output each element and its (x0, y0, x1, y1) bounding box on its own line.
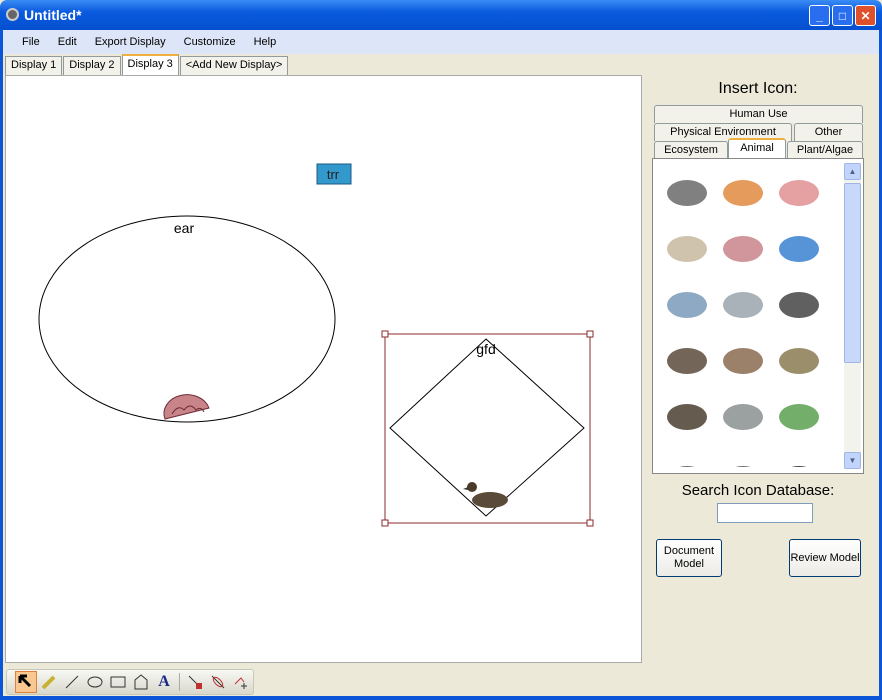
tab-add-new-display[interactable]: <Add New Display> (179, 56, 289, 75)
tab-plant-algae[interactable]: Plant/Algae (787, 141, 863, 159)
disconnect-tool[interactable] (207, 671, 229, 693)
animal-icon[interactable] (661, 455, 713, 467)
node-label: ear (174, 220, 195, 236)
disconnect-icon (211, 675, 225, 689)
brain-coral-icon[interactable] (717, 225, 769, 269)
tab-other[interactable]: Other (794, 123, 863, 141)
menu-export-display[interactable]: Export Display (86, 36, 175, 48)
tab-display-2[interactable]: Display 2 (63, 56, 121, 75)
tab-animal[interactable]: Animal (728, 138, 786, 159)
duck-icon[interactable] (661, 337, 713, 381)
node-ear[interactable]: ear (38, 215, 336, 423)
bird-icon[interactable] (717, 337, 769, 381)
ellipse-tool[interactable] (84, 671, 106, 693)
tab-ecosystem[interactable]: Ecosystem (654, 141, 728, 159)
sea-star-icon[interactable] (773, 169, 825, 213)
menu-help[interactable]: Help (245, 36, 286, 48)
tab-display-1[interactable]: Display 1 (5, 56, 63, 75)
window-title: Untitled* (24, 7, 82, 23)
scroll-up-button[interactable]: ▲ (844, 163, 861, 180)
connect-icon (188, 675, 202, 689)
drawing-toolbar: A (6, 669, 254, 695)
pencil-icon (41, 675, 56, 690)
scroll-down-button[interactable]: ▼ (844, 452, 861, 469)
resize-handle[interactable] (586, 519, 594, 527)
menu-file[interactable]: File (13, 36, 49, 48)
search-icon-database-input[interactable] (717, 503, 813, 523)
brain-coral-icon (163, 394, 210, 420)
minimize-button[interactable]: _ (809, 5, 830, 26)
node-trr[interactable]: trr (316, 163, 352, 185)
node-gfd[interactable]: gfd (381, 330, 594, 527)
document-model-button[interactable]: Document Model (656, 539, 722, 577)
connect-tool[interactable] (184, 671, 206, 693)
drawing-canvas[interactable]: trr ear gfd (5, 75, 642, 663)
gallery-scrollbar[interactable]: ▲ ▼ (844, 163, 861, 469)
grasshopper-icon[interactable] (773, 337, 825, 381)
menu-bar: File Edit Export Display Customize Help (3, 30, 879, 54)
polygon-icon (134, 674, 148, 690)
add-link-icon (234, 677, 247, 689)
tab-human-use[interactable]: Human Use (654, 105, 863, 123)
node-label: gfd (476, 341, 495, 357)
pencil-tool[interactable] (38, 671, 60, 693)
display-tabs: Display 1 Display 2 Display 3 <Add New D… (5, 54, 289, 75)
review-model-button[interactable]: Review Model (789, 539, 861, 577)
rectangle-tool[interactable] (107, 671, 129, 693)
add-link-tool[interactable] (230, 671, 252, 693)
manta-ray-icon[interactable] (773, 281, 825, 325)
turtle-icon[interactable] (661, 169, 713, 213)
dolphin-icon[interactable] (661, 281, 713, 325)
maximize-button[interactable]: □ (832, 5, 853, 26)
select-tool[interactable] (15, 671, 37, 693)
line-tool[interactable] (61, 671, 83, 693)
toolbar-separator (179, 673, 180, 691)
crab-icon[interactable] (717, 169, 769, 213)
app-icon (6, 8, 19, 21)
resize-handle[interactable] (381, 330, 389, 338)
resize-handle[interactable] (586, 330, 594, 338)
close-button[interactable]: ✕ (855, 5, 876, 26)
menu-customize[interactable]: Customize (175, 36, 245, 48)
rattlesnake-icon[interactable] (661, 393, 713, 437)
arrow-icon (18, 674, 32, 688)
scroll-thumb[interactable] (844, 183, 861, 363)
text-icon: A (158, 673, 170, 690)
oyster-icon[interactable] (661, 225, 713, 269)
node-label: trr (327, 167, 340, 182)
resize-handle[interactable] (381, 519, 389, 527)
shark-icon[interactable] (717, 281, 769, 325)
title-bar: Untitled* _ □ ✕ (0, 0, 882, 30)
insert-icon-title: Insert Icon: (718, 80, 798, 97)
line-icon (65, 675, 79, 689)
animal-icon[interactable] (717, 455, 769, 467)
lizard-icon[interactable] (717, 393, 769, 437)
angelfish-icon[interactable] (773, 225, 825, 269)
polygon-tool[interactable] (130, 671, 152, 693)
ellipse-icon (87, 676, 103, 688)
duck-icon (463, 482, 508, 508)
text-tool[interactable]: A (153, 671, 175, 693)
menu-edit[interactable]: Edit (49, 36, 86, 48)
search-icon-database-label: Search Icon Database: (681, 482, 835, 499)
rectangle-icon (110, 676, 126, 688)
cow-icon[interactable] (773, 455, 825, 467)
tab-display-3[interactable]: Display 3 (121, 54, 179, 75)
frog-icon[interactable] (773, 393, 825, 437)
icon-gallery: ▲ ▼ (652, 158, 864, 474)
